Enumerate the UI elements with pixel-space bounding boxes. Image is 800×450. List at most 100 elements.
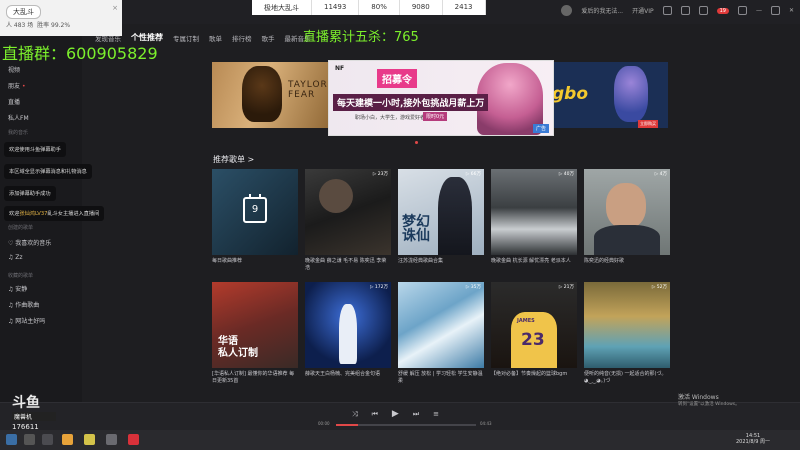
windows-taskbar: 14:51 2021/8/9 周一 bbox=[0, 430, 800, 450]
cover-title-line: 华语 bbox=[218, 336, 238, 347]
playlist-card[interactable]: 9 每日歌曲推荐 bbox=[212, 169, 298, 265]
playlist-card[interactable]: JAMES 23 ▷ 21万 【绝对必备】节奏燥起的篮球bgm bbox=[491, 282, 577, 378]
playlist-card[interactable]: ▷ 23万 晚歌金曲 薛之谦 毛不易 陈奕迅 李荣浩 bbox=[305, 169, 391, 272]
section-title[interactable]: 推荐歌单 > bbox=[213, 154, 254, 165]
netease-music-icon[interactable] bbox=[128, 434, 139, 445]
sidebar-item-friends[interactable]: 朋友 • bbox=[8, 81, 26, 90]
play-count: ▷ 4万 bbox=[654, 172, 667, 177]
sidebar-item-site[interactable]: ♫ 网站主好吗 bbox=[8, 316, 45, 325]
tab-artists[interactable]: 歌手 bbox=[262, 33, 275, 43]
sidebar-item-label: 安静 bbox=[15, 286, 28, 293]
lyrics-icon[interactable]: ≡ bbox=[433, 410, 439, 418]
app-icon[interactable] bbox=[84, 434, 95, 445]
portrait-shape bbox=[319, 179, 353, 213]
room-stats: 人 483 场 胜率 99.2% bbox=[6, 20, 70, 29]
user-avatar[interactable] bbox=[561, 5, 573, 16]
close-icon[interactable]: × bbox=[112, 4, 118, 12]
playlist-card[interactable]: ▷ 52万 便听的纯音(无损) 一起适合的那(づ｡◕‿‿◕｡)づ bbox=[584, 282, 670, 385]
banner-portrait bbox=[242, 66, 282, 122]
minimize-button[interactable]: — bbox=[756, 7, 762, 14]
progress-fill bbox=[336, 424, 359, 426]
card-caption: 汪苏泷经典歌曲合集 bbox=[398, 258, 444, 264]
play-icon[interactable]: ▶ bbox=[392, 409, 399, 419]
room-count: 人 483 场 bbox=[6, 22, 34, 29]
playlist-card[interactable]: ▷ 172万 薛歌天王白杨楠、完美组合金句语 bbox=[305, 282, 391, 378]
vip-link[interactable]: 开通VIP bbox=[632, 6, 654, 15]
chat-message: 添加弹幕助手成功 bbox=[4, 186, 56, 201]
card-caption: 晚歌金曲 杭长源 解忧漂亮 老派本人 bbox=[491, 258, 571, 264]
playlist-cover: ▷ 35万 bbox=[398, 282, 484, 368]
banner-indicator-dot[interactable] bbox=[415, 141, 418, 144]
playlist-card[interactable]: ▷ 40万 晚歌金曲 杭长源 解忧漂亮 老派本人 bbox=[491, 169, 577, 265]
playlist-cover: ▷ 52万 bbox=[584, 282, 670, 368]
tab-custom[interactable]: 专属订制 bbox=[173, 33, 199, 43]
sidebar-item-video[interactable]: 视频 bbox=[8, 65, 20, 74]
playlist-cover: ▷ 40万 bbox=[491, 169, 577, 255]
chevron-right-icon: > bbox=[247, 155, 255, 164]
tab-playlists[interactable]: 歌单 bbox=[209, 33, 222, 43]
jersey-number: 23 bbox=[521, 330, 545, 350]
sidebar-item-label: 朋友 bbox=[8, 83, 21, 90]
mail-icon[interactable] bbox=[698, 6, 708, 15]
sidebar-item-live[interactable]: 直播 bbox=[8, 97, 20, 106]
banner-headline: 每天建模一小时,接外包挑战月薪上万 bbox=[333, 94, 489, 111]
title-bar-controls: 爱后的我无法... 开通VIP 19 — ✕ bbox=[561, 5, 794, 16]
sidebar-heading-mine: 我的音乐 bbox=[8, 130, 29, 136]
sidebar-item-quiet[interactable]: ♫ 安静 bbox=[8, 284, 27, 293]
previous-icon[interactable]: ⏮ bbox=[372, 410, 378, 419]
qq-group-overlay: 直播群：600905829 bbox=[2, 44, 158, 63]
sidebar-item-compose[interactable]: ♫ 作曲歌曲 bbox=[8, 300, 39, 309]
daily-cover: 9 bbox=[212, 169, 298, 255]
stream-room-card: 大乱斗 人 483 场 胜率 99.2% × bbox=[0, 0, 122, 36]
play-count: ▷ 40万 bbox=[558, 172, 574, 177]
douyu-badge: 魔兽机 bbox=[12, 412, 56, 421]
banner-slide-left[interactable]: TAYLOR FEAR bbox=[212, 62, 338, 128]
banner-right-button[interactable]: 立即购买 bbox=[638, 120, 658, 128]
douyu-logo: 斗鱼 bbox=[12, 395, 40, 411]
chat-prefix: 欢迎 bbox=[9, 211, 20, 217]
sidebar-item-fm[interactable]: 私人FM bbox=[8, 113, 29, 122]
banner-ad[interactable]: NF 招募令 每天建模一小时,接外包挑战月薪上万 职场小白，大学生，游戏爱好者 … bbox=[328, 60, 554, 136]
close-button[interactable]: ✕ bbox=[789, 7, 794, 14]
tab-charts[interactable]: 排行榜 bbox=[232, 33, 252, 43]
play-count: ▷ 23万 bbox=[372, 172, 388, 177]
start-icon[interactable] bbox=[6, 434, 17, 445]
play-count: ▷ 52万 bbox=[651, 285, 667, 290]
message-badge: 19 bbox=[716, 7, 729, 14]
sidebar-item-label: 我喜欢的音乐 bbox=[15, 240, 52, 247]
chat-user: 张灿鸿LV37 bbox=[19, 211, 48, 217]
maximize-button[interactable] bbox=[770, 6, 780, 15]
banner-carousel[interactable]: TAYLOR FEAR gbo 立即购买 NF 招募令 每天建模一小时,接外包挑… bbox=[212, 60, 668, 136]
shuffle-icon[interactable]: ⤨ bbox=[352, 410, 358, 419]
calendar-icon: 9 bbox=[243, 194, 267, 223]
sidebar-item-liked[interactable]: ♡ 我喜欢的音乐 bbox=[8, 238, 51, 247]
cover-calligraphy: 梦幻 诛仙 bbox=[402, 214, 430, 244]
activation-title: 激活 Windows bbox=[678, 394, 719, 401]
banner-slide-right[interactable]: gbo 立即购买 bbox=[548, 62, 668, 128]
playlist-card[interactable]: ▷ 4万 陈奕迅的经典好歌 bbox=[584, 169, 670, 265]
next-icon[interactable]: ⏭ bbox=[413, 410, 419, 419]
skin-icon[interactable] bbox=[662, 6, 672, 15]
folder-icon[interactable] bbox=[62, 434, 73, 445]
sidebar-item-zz[interactable]: ♫ Zz bbox=[8, 254, 23, 261]
task-view-icon[interactable] bbox=[42, 434, 53, 445]
banner-subtext: 职场小白，大学生，游戏爱好者 bbox=[355, 115, 426, 121]
play-count: ▷ 66万 bbox=[465, 172, 481, 177]
search-icon[interactable] bbox=[24, 434, 35, 445]
stats-cell: 11493 bbox=[312, 0, 360, 15]
mini-mode-icon[interactable] bbox=[737, 6, 747, 15]
room-name-pill[interactable]: 大乱斗 bbox=[6, 5, 41, 19]
app-icon[interactable] bbox=[106, 434, 117, 445]
user-name[interactable]: 爱后的我无法... bbox=[581, 6, 623, 15]
playlist-card[interactable]: 梦幻 诛仙 ▷ 66万 汪苏泷经典歌曲合集 bbox=[398, 169, 484, 265]
system-clock[interactable]: 14:51 2021/8/9 周一 bbox=[736, 433, 770, 445]
banner-recruit: 招募令 bbox=[377, 69, 417, 88]
play-count: ▷ 172万 bbox=[370, 285, 388, 290]
card-caption: 薛歌天王白杨楠、完美组合金句语 bbox=[305, 371, 381, 377]
progress-bar[interactable] bbox=[336, 424, 476, 426]
playlist-card[interactable]: ▷ 35万 舒缓 解压 放松 | 学习轻松 学生安静温柔 bbox=[398, 282, 484, 385]
settings-icon[interactable] bbox=[680, 6, 690, 15]
jersey-name: JAMES bbox=[517, 318, 535, 324]
section-title-text: 推荐歌单 bbox=[213, 155, 245, 164]
playlist-card[interactable]: 华语 私人订制 [华语私人订制] 最懂你的华语推荐 每日更新35首 bbox=[212, 282, 298, 385]
